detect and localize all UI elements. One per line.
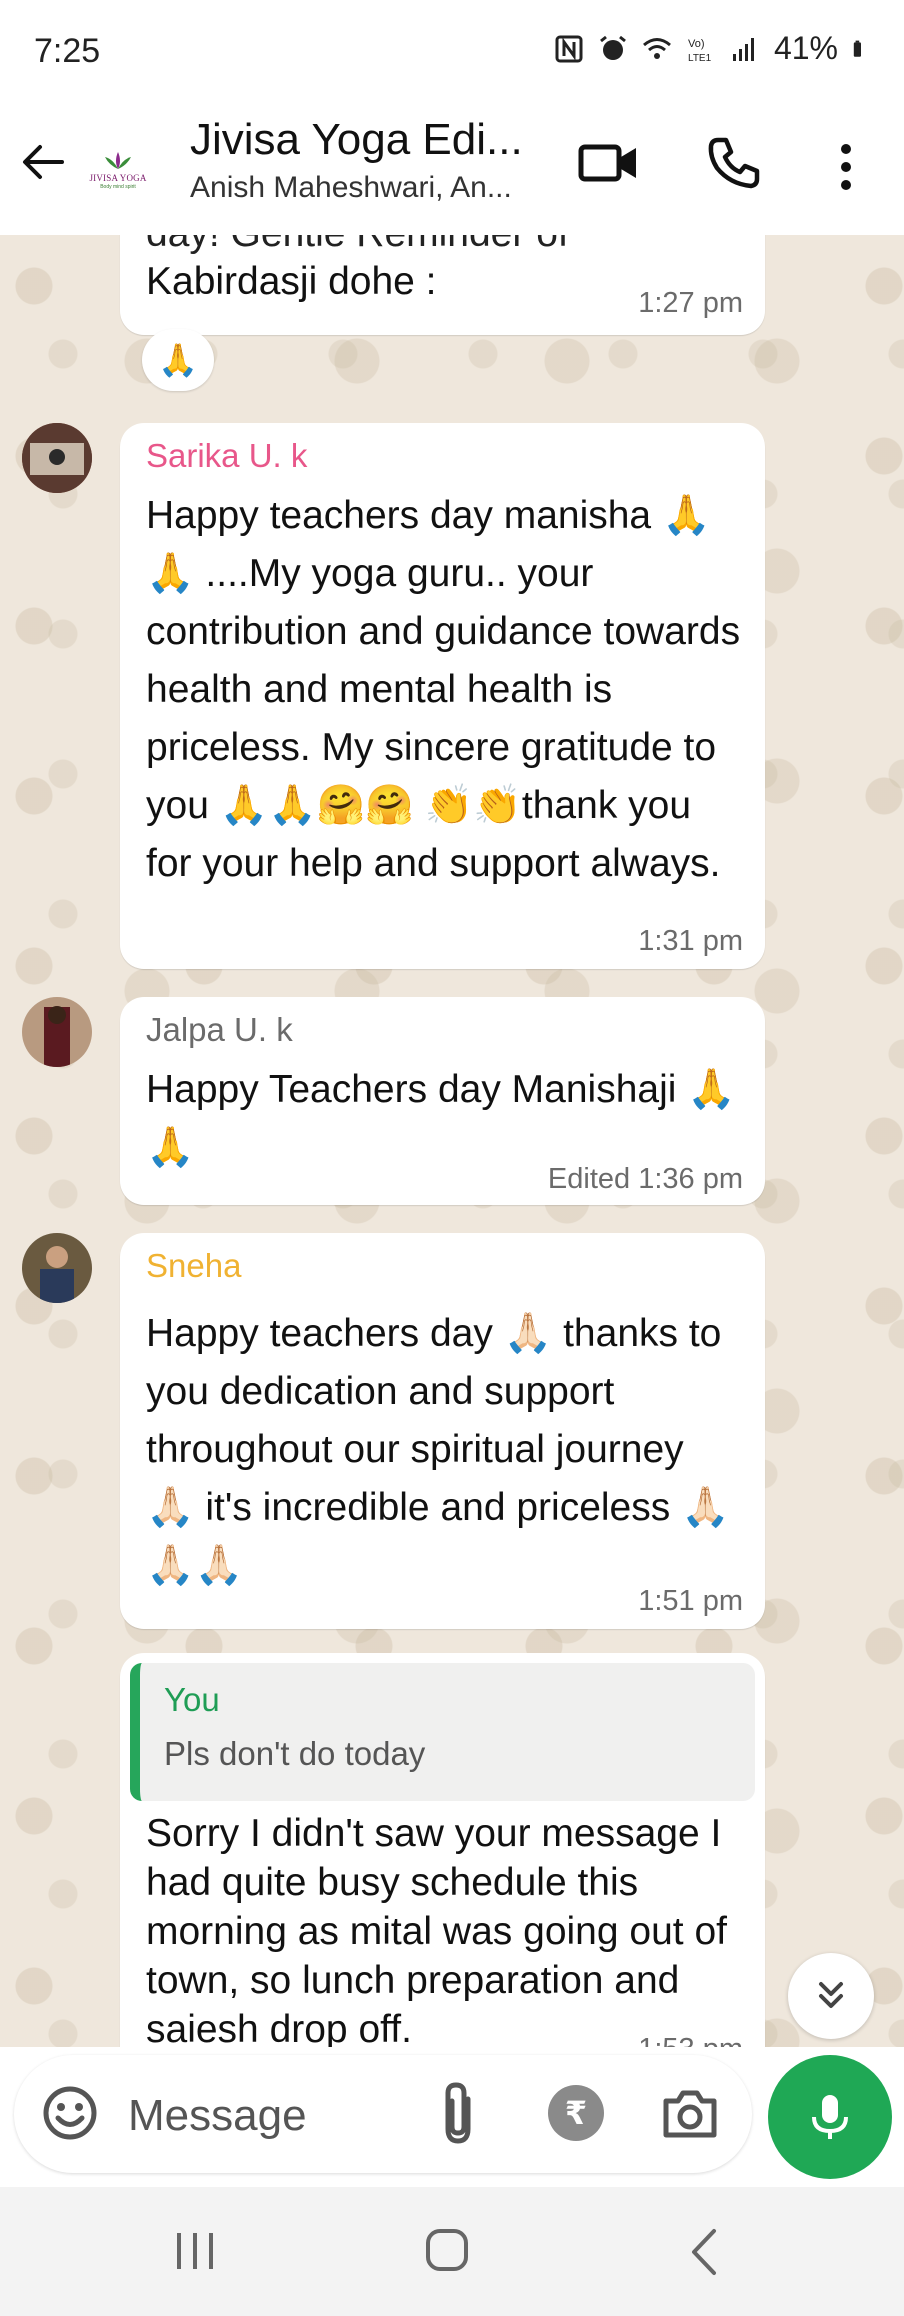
double-chevron-down-icon	[819, 1982, 843, 2008]
sender-name[interactable]: Sarika U. k	[146, 437, 307, 475]
microphone-icon	[812, 2095, 848, 2139]
svg-text:Vo): Vo)	[688, 38, 705, 50]
volte-icon: Vo) LTE1	[688, 38, 712, 64]
chat-title[interactable]: Jivisa Yoga Edi...	[190, 115, 523, 165]
system-nav-bar	[0, 2187, 904, 2316]
message-bubble[interactable]: You Pls don't do today Sorry I didn't sa…	[120, 1653, 765, 2047]
attachment-icon[interactable]	[428, 2079, 488, 2149]
camera-icon[interactable]	[660, 2085, 720, 2141]
message-time: 1:51 pm	[638, 1585, 743, 1617]
battery-icon	[853, 40, 861, 57]
sender-avatar[interactable]	[22, 1233, 92, 1303]
group-avatar[interactable]: JIVISA YOGA Body mind spirit	[78, 129, 158, 209]
message-composer: ₹	[14, 2055, 752, 2173]
sender-name[interactable]: Sneha	[146, 1247, 241, 1285]
message-bubble[interactable]: Jalpa U. k Happy Teachers day Manishaji …	[120, 997, 765, 1205]
message-text: Happy teachers day manisha 🙏🙏 ....My yog…	[146, 494, 741, 885]
status-bar: 7:25 Vo) LTE1 41%	[0, 0, 904, 105]
recent-apps-icon[interactable]	[172, 2231, 218, 2271]
quoted-message[interactable]: You Pls don't do today	[130, 1663, 755, 1801]
message-bubble[interactable]: Sneha Happy teachers day 🙏🏻 thanks to yo…	[120, 1233, 765, 1629]
avatar-image-icon	[22, 997, 92, 1067]
message-bubble[interactable]: day! Gentle Reminder of Kabirdasji dohe …	[120, 235, 765, 335]
nav-back-icon[interactable]	[686, 2227, 720, 2277]
message-text: Sorry I didn't saw your message I had qu…	[146, 1812, 727, 2047]
voice-call-icon[interactable]	[706, 135, 762, 191]
back-arrow-icon[interactable]	[18, 137, 68, 187]
group-logo-subtext: Body mind spirit	[100, 183, 136, 190]
status-time: 7:25	[34, 32, 101, 70]
message-text-partial: day! Gentle Reminder of	[146, 235, 741, 258]
home-icon[interactable]	[424, 2227, 470, 2273]
quoted-sender: You	[164, 1681, 220, 1718]
status-icons: Vo) LTE1 41%	[554, 30, 870, 67]
signal-icon	[732, 37, 754, 61]
payment-button[interactable]: ₹	[548, 2085, 604, 2141]
nfc-icon	[555, 35, 583, 62]
message-bubble[interactable]: Sarika U. k Happy teachers day manisha 🙏…	[120, 423, 765, 969]
message-reaction[interactable]: 🙏	[142, 329, 214, 391]
chat-header: JIVISA YOGA Body mind spirit Jivisa Yoga…	[0, 105, 904, 236]
wifi-icon	[642, 37, 671, 59]
battery-percent: 41%	[773, 30, 838, 66]
sender-name[interactable]: Jalpa U. k	[146, 1011, 293, 1049]
group-logo-text: JIVISA YOGA	[89, 172, 147, 183]
message-time: 1:53 pm	[638, 2033, 743, 2047]
avatar-image-icon	[22, 423, 92, 493]
voice-message-button[interactable]	[768, 2055, 892, 2179]
message-time: Edited 1:36 pm	[547, 1163, 743, 1195]
message-time: 1:27 pm	[638, 287, 743, 319]
avatar-image-icon	[22, 1233, 92, 1303]
sender-avatar[interactable]	[22, 997, 92, 1067]
quoted-text: Pls don't do today	[164, 1735, 426, 1772]
more-options-icon[interactable]	[828, 139, 864, 195]
video-call-icon[interactable]	[578, 135, 640, 191]
scroll-to-bottom-button[interactable]	[788, 1953, 874, 2039]
message-time: 1:31 pm	[638, 925, 743, 957]
alarm-icon	[600, 35, 626, 60]
lotus-logo-icon	[105, 151, 131, 169]
sender-avatar[interactable]	[22, 423, 92, 493]
message-text: Happy teachers day 🙏🏻 thanks to you dedi…	[146, 1312, 730, 1587]
svg-text:LTE1: LTE1	[688, 53, 712, 64]
chat-area[interactable]: day! Gentle Reminder of Kabirdasji dohe …	[0, 235, 904, 2047]
message-input[interactable]	[126, 2085, 460, 2147]
chat-members[interactable]: Anish Maheshwari, An...	[190, 171, 512, 205]
message-text: Happy Teachers day Manishaji 🙏🙏	[146, 1068, 736, 1169]
emoji-icon[interactable]	[40, 2083, 100, 2143]
